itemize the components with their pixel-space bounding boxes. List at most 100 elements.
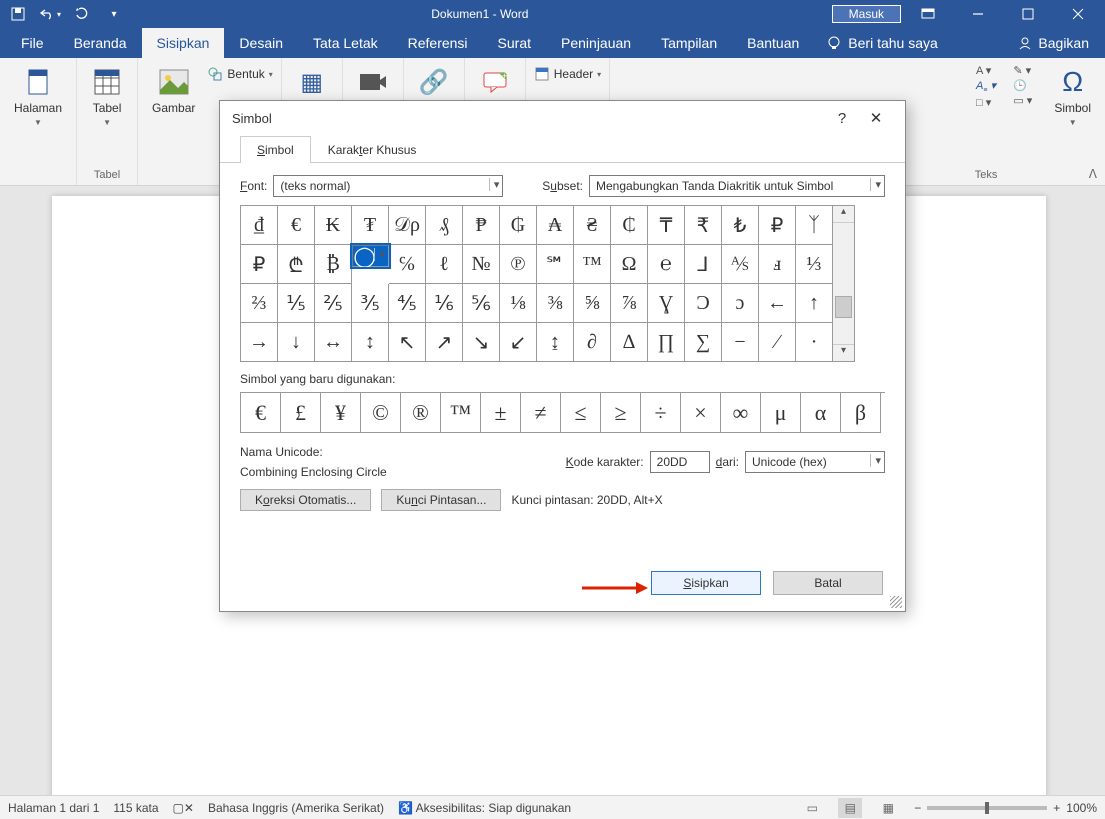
tab-home[interactable]: Beranda bbox=[59, 28, 142, 58]
symbol-cell[interactable]: ₴ bbox=[574, 206, 611, 245]
autocorrect-button[interactable]: Koreksi Otomatis... bbox=[240, 489, 371, 511]
tab-mailings[interactable]: Surat bbox=[483, 28, 546, 58]
scroll-thumb[interactable] bbox=[835, 296, 852, 318]
header-button[interactable]: Header ▾ bbox=[534, 66, 601, 82]
grid-scrollbar[interactable]: ▴ ▾ bbox=[833, 205, 855, 362]
symbol-cell[interactable]: ₲ bbox=[500, 206, 537, 245]
char-code-input[interactable]: 20DD bbox=[650, 451, 710, 473]
symbol-cell[interactable]: ∆ bbox=[611, 323, 648, 362]
symbol-cell[interactable]: ⅍ bbox=[722, 245, 759, 284]
symbol-cell[interactable]: № bbox=[463, 245, 500, 284]
symbol-cell[interactable]: ⅘ bbox=[389, 284, 426, 323]
symbol-cell[interactable]: → bbox=[241, 323, 278, 362]
tab-symbols[interactable]: Simbol bbox=[240, 136, 311, 163]
symbol-cell[interactable]: ⅝ bbox=[574, 284, 611, 323]
print-layout-icon[interactable]: ▤ bbox=[838, 798, 862, 818]
recent-symbol-cell[interactable]: ≥ bbox=[601, 393, 641, 433]
maximize-icon[interactable] bbox=[1005, 0, 1051, 28]
pages-button[interactable]: Halaman▼ bbox=[8, 62, 68, 132]
close-icon[interactable]: ✕ bbox=[859, 109, 893, 127]
symbol-cell[interactable]: ₭ bbox=[315, 206, 352, 245]
symbol-cell[interactable]: ⅛ bbox=[500, 284, 537, 323]
tab-review[interactable]: Peninjauan bbox=[546, 28, 646, 58]
symbol-cell[interactable]: ⅓ bbox=[796, 245, 833, 284]
symbol-cell[interactable]: ₹ bbox=[685, 206, 722, 245]
symbol-button[interactable]: Ω Simbol▼ bbox=[1048, 62, 1097, 132]
symbol-cell[interactable]: ↔ bbox=[315, 323, 352, 362]
symbol-cell[interactable]: ⅔ bbox=[241, 284, 278, 323]
resize-grip-icon[interactable] bbox=[890, 596, 902, 608]
symbol-cell[interactable]: ↕ bbox=[352, 323, 389, 362]
insert-button[interactable]: Sisipkan bbox=[651, 571, 761, 595]
recent-symbol-cell[interactable]: ® bbox=[401, 393, 441, 433]
qat-customize-icon[interactable]: ▾ bbox=[100, 2, 128, 26]
signature-button[interactable]: ✎ ▾ bbox=[1013, 64, 1031, 77]
recent-symbol-cell[interactable]: £ bbox=[281, 393, 321, 433]
symbol-cell[interactable]: ₱ bbox=[463, 206, 500, 245]
symbol-cell[interactable]: Ɔ bbox=[685, 284, 722, 323]
symbol-cell[interactable]: ₺ bbox=[722, 206, 759, 245]
recent-symbol-cell[interactable]: ∞ bbox=[721, 393, 761, 433]
symbol-cell[interactable]: ⅃ bbox=[685, 245, 722, 284]
symbol-cell[interactable]: ↘ bbox=[463, 323, 500, 362]
object-button[interactable]: □ ▾ bbox=[976, 96, 991, 109]
symbol-cell[interactable]: ↑ bbox=[796, 284, 833, 323]
symbol-cell[interactable]: ₽ bbox=[759, 206, 796, 245]
tab-special-chars[interactable]: Karakter Khusus bbox=[311, 136, 434, 163]
symbol-cell[interactable]: ⅎ bbox=[759, 245, 796, 284]
font-select[interactable]: (teks normal) bbox=[273, 175, 503, 197]
recent-symbol-cell[interactable]: β bbox=[841, 393, 881, 433]
word-count[interactable]: 115 kata bbox=[113, 801, 158, 815]
symbol-cell[interactable]: ₿ bbox=[315, 245, 352, 284]
zoom-out-icon[interactable]: − bbox=[914, 801, 921, 815]
tab-layout[interactable]: Tata Letak bbox=[298, 28, 393, 58]
symbol-cell[interactable]: ℠ bbox=[537, 245, 574, 284]
pictures-button[interactable]: Gambar bbox=[146, 62, 201, 119]
symbol-cell[interactable]: ₾ bbox=[278, 245, 315, 284]
symbol-cell[interactable]: Ɣ bbox=[648, 284, 685, 323]
symbol-cell[interactable]: ₵ bbox=[611, 206, 648, 245]
from-select[interactable]: Unicode (hex) bbox=[745, 451, 885, 473]
symbol-cell[interactable]: ™ bbox=[574, 245, 611, 284]
subset-select[interactable]: Mengabungkan Tanda Diakritik untuk Simbo… bbox=[589, 175, 885, 197]
language-status[interactable]: Bahasa Inggris (Amerika Serikat) bbox=[208, 801, 384, 815]
recent-symbol-cell[interactable]: ¥ bbox=[321, 393, 361, 433]
symbol-cell[interactable]: ⅞ bbox=[611, 284, 648, 323]
dropcap-button[interactable]: A≡ ▾ bbox=[976, 79, 996, 94]
symbol-cell[interactable]: ₰ bbox=[426, 206, 463, 245]
shortcut-key-button[interactable]: Kunci Pintasan... bbox=[381, 489, 501, 511]
symbol-cell[interactable]: ↨ bbox=[537, 323, 574, 362]
symbol-cell[interactable]: − bbox=[722, 323, 759, 362]
symbol-cell[interactable]: ∕ bbox=[759, 323, 796, 362]
help-icon[interactable]: ? bbox=[825, 110, 859, 127]
symbol-grid[interactable]: ₫€₭₮𝒟ρ₰₱₲₳₴₵₸₹₺₽ᛉ₽₾₿◯℅ℓ№℗℠™Ω℮⅃⅍ⅎ⅓⅔⅕⅖⅗⅘⅙⅚… bbox=[240, 205, 833, 362]
minimize-icon[interactable] bbox=[955, 0, 1001, 28]
spellcheck-icon[interactable]: ▢✕ bbox=[173, 801, 194, 815]
tab-file[interactable]: File bbox=[6, 28, 59, 58]
symbol-cell[interactable]: ɔ bbox=[722, 284, 759, 323]
tab-help[interactable]: Bantuan bbox=[732, 28, 814, 58]
tab-references[interactable]: Referensi bbox=[393, 28, 483, 58]
zoom-level[interactable]: 100% bbox=[1066, 801, 1097, 815]
wordart-button[interactable]: A ▾ bbox=[976, 64, 991, 77]
symbol-cell[interactable]: ↓ bbox=[278, 323, 315, 362]
datetime-button[interactable]: 🕒 bbox=[1013, 79, 1027, 92]
recent-symbol-cell[interactable]: ™ bbox=[441, 393, 481, 433]
save-icon[interactable] bbox=[4, 2, 32, 26]
web-layout-icon[interactable]: ▦ bbox=[876, 798, 900, 818]
symbol-cell[interactable]: ₽ bbox=[241, 245, 278, 284]
symbol-cell[interactable]: ⅕ bbox=[278, 284, 315, 323]
read-mode-icon[interactable]: ▭ bbox=[800, 798, 824, 818]
recent-symbol-cell[interactable]: ± bbox=[481, 393, 521, 433]
shapes-button[interactable]: Bentuk ▾ bbox=[207, 66, 272, 82]
ribbon-display-icon[interactable] bbox=[905, 0, 951, 28]
scroll-down-icon[interactable]: ▾ bbox=[833, 344, 854, 361]
symbol-cell[interactable]: ⅜ bbox=[537, 284, 574, 323]
symbol-cell[interactable]: ℗ bbox=[500, 245, 537, 284]
symbol-cell[interactable]: ⅙ bbox=[426, 284, 463, 323]
symbol-cell[interactable]: ⅗ bbox=[352, 284, 389, 323]
zoom-in-icon[interactable]: + bbox=[1053, 801, 1060, 815]
redo-icon[interactable] bbox=[68, 2, 96, 26]
cancel-button[interactable]: Batal bbox=[773, 571, 883, 595]
recent-symbol-cell[interactable]: € bbox=[241, 393, 281, 433]
